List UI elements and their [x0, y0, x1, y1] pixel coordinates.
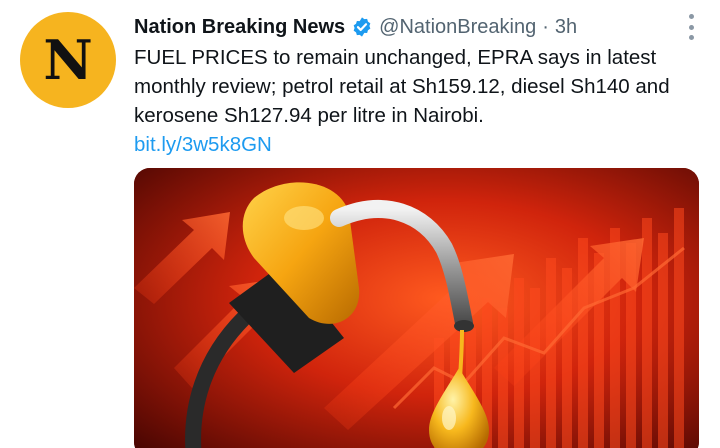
separator-dot: ·: [542, 15, 549, 38]
avatar[interactable]: N: [20, 12, 116, 108]
tweet: N Nation Breaking News @NationBreaking ·…: [0, 0, 720, 448]
user-handle[interactable]: @NationBreaking: [379, 16, 536, 39]
tweet-link[interactable]: bit.ly/3w5k8GN: [134, 130, 272, 159]
tweet-text: FUEL PRICES to remain unchanged, EPRA sa…: [134, 46, 670, 127]
verified-badge-icon: [353, 17, 371, 37]
fuel-pump-nozzle-illustration: [134, 168, 699, 448]
more-options-icon[interactable]: [686, 14, 696, 40]
tweet-media-image[interactable]: [134, 168, 699, 448]
avatar-logo-letter: N: [43, 28, 93, 92]
tweet-header: Nation Breaking News @NationBreaking · 3…: [134, 12, 577, 42]
display-name[interactable]: Nation Breaking News: [134, 16, 345, 39]
timestamp[interactable]: 3h: [555, 16, 577, 39]
